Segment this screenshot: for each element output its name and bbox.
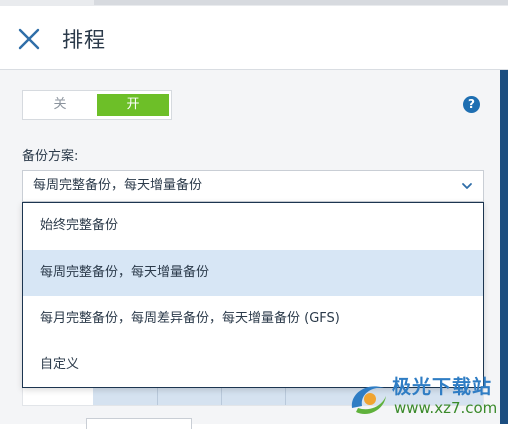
toggle-on-option[interactable]: 开 [97, 94, 169, 116]
right-rail [500, 70, 508, 424]
schedule-toggle[interactable]: 关 开 [22, 90, 172, 120]
grid-divider [157, 385, 158, 405]
chevron-down-icon [462, 183, 472, 189]
grid-divider [221, 385, 222, 405]
grid-divider [285, 385, 286, 405]
watermark-logo-icon [351, 386, 386, 415]
help-icon[interactable]: ? [463, 96, 480, 113]
top-strip-tab [94, 0, 508, 5]
close-icon [18, 28, 40, 50]
backup-scheme-select[interactable]: 每周完整备份，每天增量备份 [22, 170, 484, 202]
watermark: 极光下载站 www.xz7.com [344, 372, 504, 422]
select-value: 每周完整备份，每天增量备份 [33, 178, 203, 193]
toggle-off-option[interactable]: 关 [23, 91, 97, 119]
backup-scheme-dropdown: 始终完整备份 每周完整备份，每天增量备份 每月完整备份，每周差异备份，每天增量备… [22, 202, 484, 388]
option-weekly-full-daily-incremental[interactable]: 每周完整备份，每天增量备份 [23, 250, 483, 296]
option-gfs[interactable]: 每月完整备份，每周差异备份，每天增量备份 (GFS) [23, 296, 483, 342]
watermark-url: www.xz7.com [394, 399, 498, 417]
option-always-full[interactable]: 始终完整备份 [23, 203, 483, 249]
dialog-header: 排程 [0, 6, 508, 70]
page-title: 排程 [62, 28, 106, 52]
watermark-title: 极光下载站 [392, 376, 493, 398]
close-button[interactable] [16, 26, 42, 52]
backup-scheme-label: 备份方案: [22, 149, 79, 164]
